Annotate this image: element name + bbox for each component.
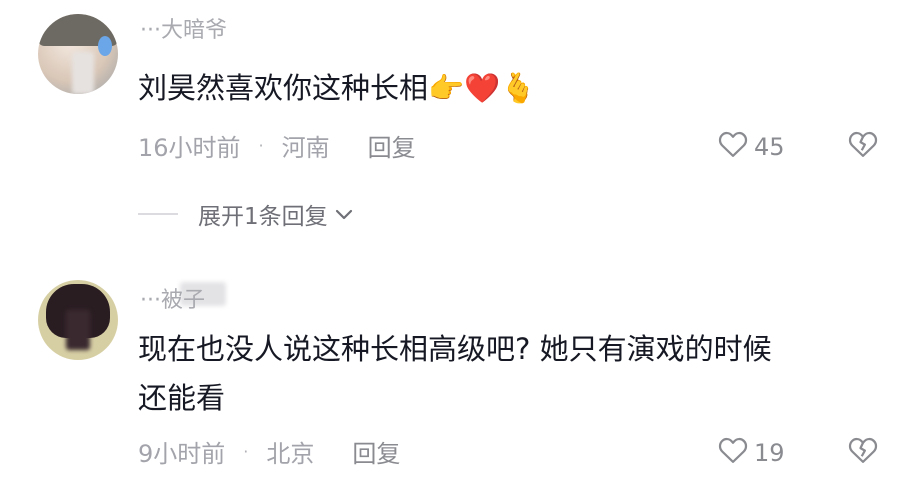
location: 河南 xyxy=(281,134,330,162)
timestamp: 9小时前 xyxy=(138,440,226,468)
comment-item: ···大暗爷 刘昊然喜欢你这种长相👉❤️🫰 16小时前 · 河南 回复 45 展… xyxy=(0,0,922,250)
like-button[interactable]: 45 xyxy=(718,130,785,164)
reply-button[interactable]: 回复 xyxy=(368,128,416,163)
comment-text-line: 还能看 xyxy=(138,381,226,415)
location: 北京 xyxy=(266,440,315,468)
dislike-button[interactable] xyxy=(848,130,878,162)
dislike-button[interactable] xyxy=(848,436,878,468)
comment-meta: 16小时前 · 河南 回复 xyxy=(138,128,416,163)
comment-text: 刘昊然喜欢你这种长相👉❤️🫰 xyxy=(138,71,537,105)
expand-label: 展开1条回复 xyxy=(198,204,328,230)
comment-meta: 9小时前 · 北京 回复 xyxy=(138,434,400,469)
comment-text-line: 现在也没人说这种长相高级吧? 她只有演戏的时候 xyxy=(138,332,772,366)
avatar[interactable] xyxy=(38,280,118,360)
like-button[interactable]: 19 xyxy=(718,436,785,470)
heart-outline-icon xyxy=(718,130,748,164)
username[interactable]: ···被子 xyxy=(140,282,205,314)
comment-text: 现在也没人说这种长相高级吧? 她只有演戏的时候 还能看 xyxy=(138,325,772,423)
expand-replies-button[interactable]: 展开1条回复 xyxy=(138,197,354,231)
avatar[interactable] xyxy=(38,14,118,94)
like-count: 45 xyxy=(754,133,785,161)
broken-heart-icon xyxy=(848,437,878,468)
timestamp: 16小时前 xyxy=(138,134,241,162)
chevron-down-icon xyxy=(334,201,354,227)
username[interactable]: ···大暗爷 xyxy=(140,12,227,44)
broken-heart-icon xyxy=(848,131,878,162)
reply-button[interactable]: 回复 xyxy=(352,434,400,469)
comment-item: ···被子 现在也没人说这种长相高级吧? 她只有演戏的时候 还能看 9小时前 ·… xyxy=(0,250,922,503)
separator: · xyxy=(243,442,249,461)
separator: · xyxy=(258,136,264,155)
like-count: 19 xyxy=(754,439,785,467)
divider xyxy=(138,213,178,215)
heart-outline-icon xyxy=(718,436,748,470)
